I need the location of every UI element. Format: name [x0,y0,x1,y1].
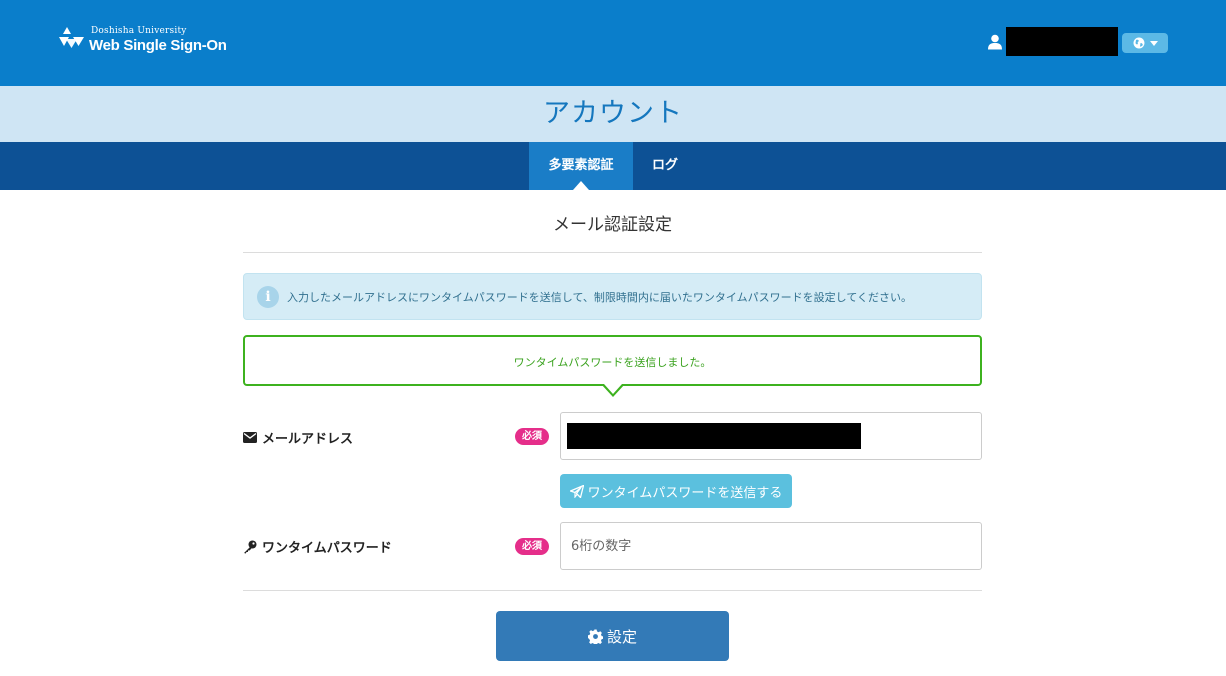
top-header: Doshisha University Web Single Sign-On [0,0,1226,86]
email-value [567,423,861,449]
email-label-text: メールアドレス [262,432,354,447]
tab-bar: 多要素認証 ログ [0,142,1226,190]
logo-triangles-icon [59,27,84,48]
success-alert-text: ワンタイムパスワードを送信しました。 [513,356,712,369]
page-title: アカウント [543,98,683,129]
email-label: メールアドレス [243,428,353,447]
info-icon: i [257,286,279,308]
caret-down-icon [1149,40,1158,46]
logo-service-name: Web Single Sign-On [89,36,227,54]
email-field[interactable] [560,412,982,460]
globe-icon [1133,37,1144,49]
envelope-icon [243,432,257,443]
tab-log[interactable]: ログ [638,142,692,190]
key-icon [244,540,257,553]
tab-multi-factor-auth[interactable]: 多要素認証 [529,142,633,190]
site-logo[interactable]: Doshisha University Web Single Sign-On [58,26,227,53]
info-alert-text: 入力したメールアドレスにワンタイムパスワードを送信して、制限時間内に届いたワンタ… [287,291,913,304]
otp-input[interactable] [561,523,981,569]
otp-field[interactable] [560,522,982,570]
email-required-badge: 必須 [515,428,549,445]
user-icon [988,34,1002,50]
section-title: メール認証設定 [553,215,672,235]
otp-required-badge: 必須 [515,538,549,555]
success-alert: ワンタイムパスワードを送信しました。 [243,335,982,386]
submit-settings-button-label: 設定 [606,627,637,646]
send-otp-button-label: ワンタイムパスワードを送信する [587,485,783,501]
send-otp-button[interactable]: ワンタイムパスワードを送信する [560,474,792,508]
divider [243,252,982,253]
page-title-band: アカウント [0,86,1226,142]
info-alert: i 入力したメールアドレスにワンタイムパスワードを送信して、制限時間内に届いたワ… [243,273,982,320]
otp-label-text: ワンタイムパスワード [262,541,392,556]
logo-university-name: Doshisha University [91,25,187,36]
logo-text: Doshisha University Web Single Sign-On [89,25,227,54]
otp-label: ワンタイムパスワード [243,537,392,556]
user-name[interactable] [1006,27,1118,56]
submit-settings-button[interactable]: 設定 [496,611,729,661]
gear-icon [587,628,603,644]
divider-bottom [243,590,982,591]
success-alert-pointer-inner [604,384,622,394]
paper-plane-icon [569,484,584,498]
language-dropdown-button[interactable] [1122,33,1168,53]
